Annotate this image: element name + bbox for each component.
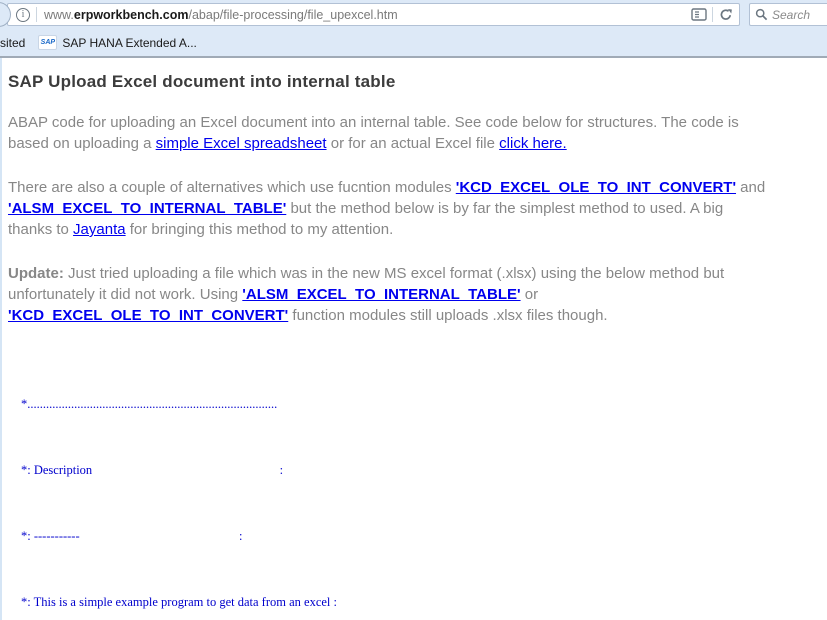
bookmark-sap-hana[interactable]: SAP SAP HANA Extended A... xyxy=(35,34,201,52)
browser-chrome: i www.erpworkbench.com/abap/file-process… xyxy=(0,0,827,58)
code-comment-line: *.......................................… xyxy=(21,397,278,411)
url-text[interactable]: www.erpworkbench.com/abap/file-processin… xyxy=(37,8,686,22)
search-input[interactable] xyxy=(772,7,820,22)
code-comment-line: *: ----------- : xyxy=(21,529,243,543)
update-text-2: unfortunately it did not work. Using xyxy=(8,286,243,303)
url-path: /abap/file-processing/file_upexcel.htm xyxy=(188,7,398,22)
link-alsm-excel-to-internal-table[interactable]: 'ALSM_EXCEL_TO_INTERNAL_TABLE' xyxy=(8,200,286,217)
reader-mode-icon[interactable] xyxy=(686,5,712,25)
bookmark-label: SAP HANA Extended A... xyxy=(62,35,197,50)
sap-favicon-icon: SAP xyxy=(39,36,57,49)
link-simple-excel-spreadsheet[interactable]: simple Excel spreadsheet xyxy=(156,135,327,152)
paragraph-intro: ABAP code for uploading an Excel documen… xyxy=(8,112,819,154)
update-text-4: function modules still uploads .xlsx fil… xyxy=(288,307,608,324)
code-comment-line: *: This is a simple example program to g… xyxy=(21,595,337,609)
intro-text-3: or for an actual Excel file xyxy=(326,135,500,152)
bookmark-most-visited-partial[interactable]: sited xyxy=(0,36,25,50)
intro-text-2: based on uploading a xyxy=(8,135,156,152)
page-content: SAP Upload Excel document into internal … xyxy=(0,58,827,620)
update-text-3: or xyxy=(520,286,539,303)
update-label: Update: xyxy=(8,265,64,282)
intro-text-1: ABAP code for uploading an Excel documen… xyxy=(8,114,739,131)
bookmarks-toolbar: sited SAP SAP HANA Extended A... xyxy=(0,29,827,56)
reload-icon[interactable] xyxy=(713,5,739,25)
url-prefix: www. xyxy=(44,7,74,22)
link-kcd-excel-ole-to-int-convert[interactable]: 'KCD_EXCEL_OLE_TO_INT_CONVERT' xyxy=(456,179,736,196)
navigation-toolbar: i www.erpworkbench.com/abap/file-process… xyxy=(0,0,827,29)
alt-text-5: for bringing this method to my attention… xyxy=(125,221,394,238)
link-jayanta[interactable]: Jayanta xyxy=(73,221,126,238)
url-bar[interactable]: i www.erpworkbench.com/abap/file-process… xyxy=(7,3,740,26)
alt-text-3: but the method below is by far the simpl… xyxy=(286,200,724,217)
code-comment-line: *: Description : xyxy=(21,463,284,477)
paragraph-update: Update: Just tried uploading a file whic… xyxy=(8,263,819,326)
link-kcd-excel-ole-to-int-convert[interactable]: 'KCD_EXCEL_OLE_TO_INT_CONVERT' xyxy=(8,307,288,324)
page-title: SAP Upload Excel document into internal … xyxy=(8,72,396,91)
link-click-here[interactable]: click here. xyxy=(499,135,567,152)
search-box[interactable] xyxy=(749,3,827,26)
update-text-1: Just tried uploading a file which was in… xyxy=(63,265,725,282)
link-alsm-excel-to-internal-table[interactable]: 'ALSM_EXCEL_TO_INTERNAL_TABLE' xyxy=(242,286,520,303)
alt-text-4: thanks to xyxy=(8,221,74,238)
abap-code-block: *.......................................… xyxy=(21,349,819,620)
search-icon xyxy=(750,5,772,25)
site-info-icon[interactable]: i xyxy=(16,7,30,22)
paragraph-alternatives: There are also a couple of alternatives … xyxy=(8,177,819,240)
alt-text-1: There are also a couple of alternatives … xyxy=(8,179,456,196)
url-domain: erpworkbench.com xyxy=(73,7,189,22)
alt-text-2: and xyxy=(736,179,766,196)
